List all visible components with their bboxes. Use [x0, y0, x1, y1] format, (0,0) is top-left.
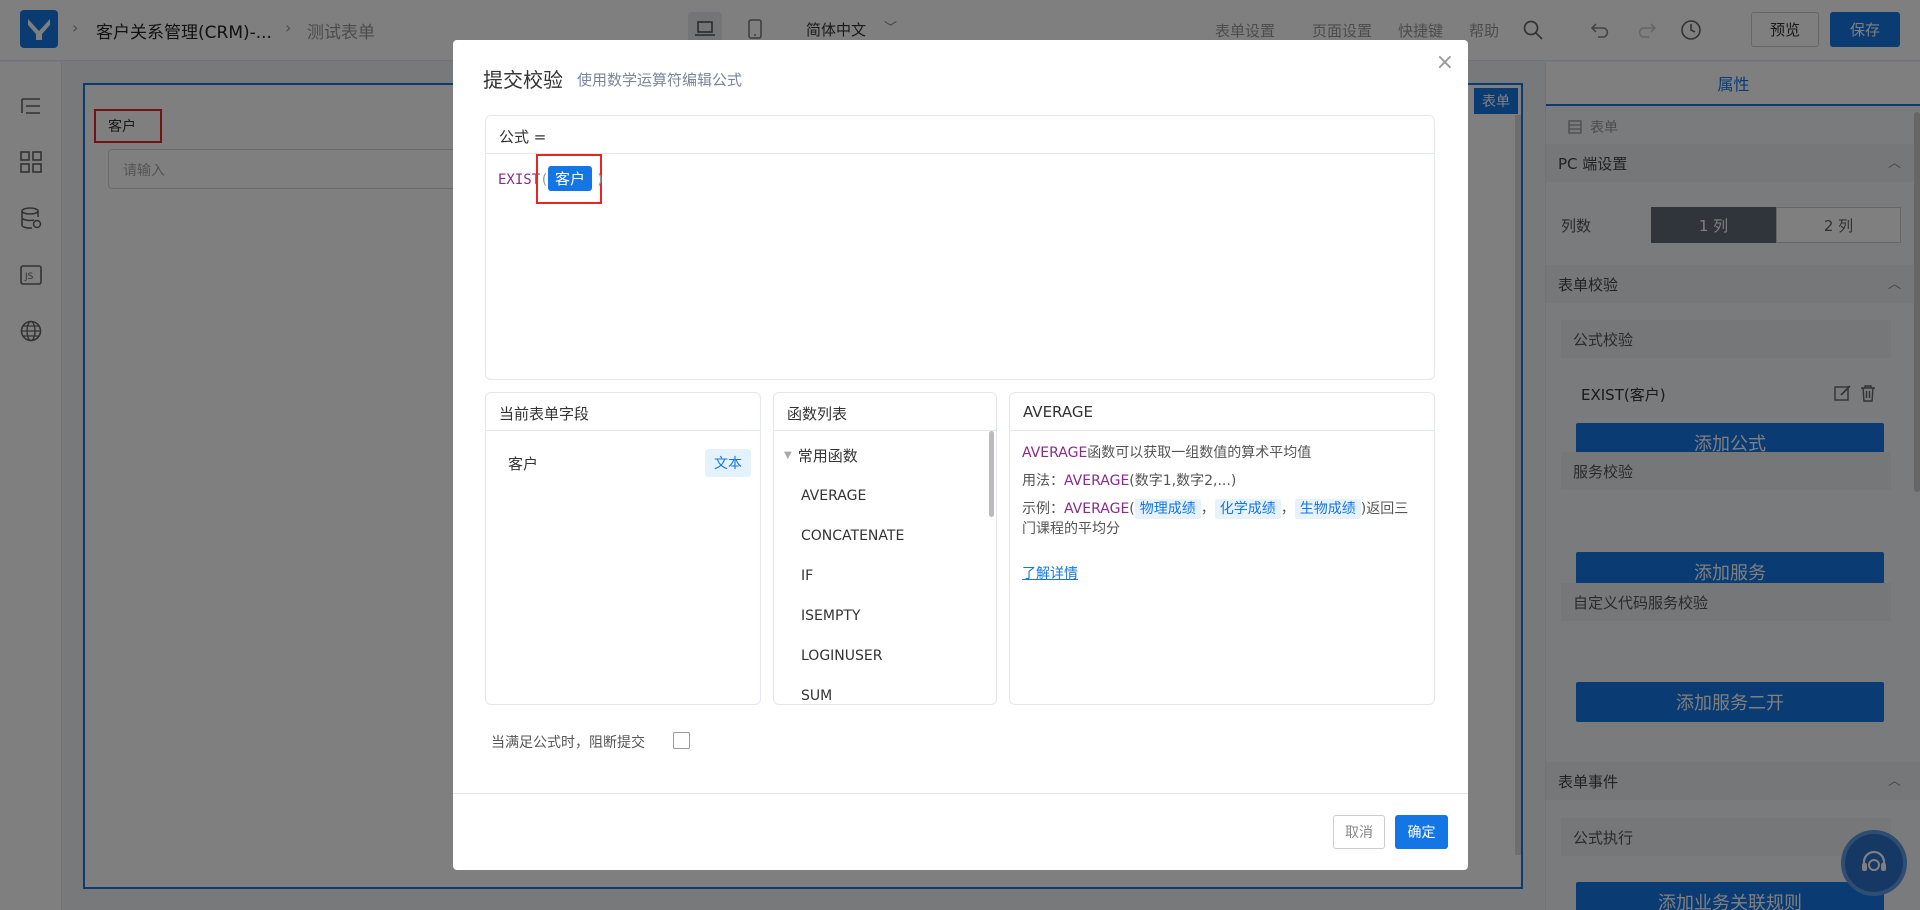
form-fields-panel: 当前表单字段 客户 文本 [485, 392, 761, 705]
example-function: AVERAGE [1064, 501, 1130, 517]
dialog-divider [453, 793, 1468, 794]
formula-editor[interactable]: 公式 = EXIST( 客户 ) [485, 115, 1435, 380]
function-item[interactable]: LOGINUSER [801, 648, 882, 664]
function-item[interactable]: IF [801, 568, 813, 584]
desc-function-name: AVERAGE [1022, 445, 1088, 461]
example-arg: 物理成绩 [1134, 499, 1201, 519]
function-item[interactable]: AVERAGE [801, 488, 866, 504]
example-prefix: 示例： [1022, 501, 1064, 517]
cancel-button[interactable]: 取消 [1333, 815, 1385, 849]
field-row-customer[interactable]: 客户 文本 [508, 449, 751, 477]
formula-input-area[interactable]: EXIST( 客户 ) [486, 154, 1434, 374]
confirm-button[interactable]: 确定 [1395, 815, 1448, 849]
function-group-label: 常用函数 [797, 447, 858, 465]
learn-more-link[interactable]: 了解详情 [1022, 563, 1078, 583]
function-list-header: 函数列表 [774, 393, 996, 431]
form-fields-header: 当前表单字段 [486, 393, 760, 431]
function-description-panel: AVERAGE AVERAGE函数可以获取一组数值的算术平均值 用法：AVERA… [1009, 392, 1435, 705]
formula-field-chip[interactable]: 客户 [548, 166, 593, 191]
field-name: 客户 [508, 454, 539, 473]
dialog-subtitle: 使用数学运算符编辑公式 [577, 71, 743, 89]
usage-args: (数字1,数字2,...) [1129, 473, 1237, 489]
block-submit-checkbox[interactable] [673, 732, 690, 749]
dialog-title: 提交校验 [483, 68, 563, 92]
function-description-header: AVERAGE [1010, 393, 1434, 431]
example-arg: 生物成绩 [1294, 499, 1361, 519]
block-submit-label: 当满足公式时，阻断提交 [491, 735, 645, 751]
caret-down-icon[interactable]: ▼ [784, 450, 792, 461]
function-list-panel: 函数列表 ▼ 常用函数 AVERAGE CONCATENATE IF ISEMP… [773, 392, 997, 705]
function-description: AVERAGE函数可以获取一组数值的算术平均值 用法：AVERAGE(数字1,数… [1022, 445, 1409, 537]
example-arg: 化学成绩 [1214, 499, 1281, 519]
submit-validation-dialog: 提交校验 使用数学运算符编辑公式 × 公式 = EXIST( 客户 ) 当前表单… [453, 40, 1468, 870]
formula-header: 公式 = [486, 116, 1434, 154]
field-type-badge: 文本 [705, 449, 751, 477]
formula-function-name: EXIST [498, 172, 541, 188]
function-item[interactable]: CONCATENATE [801, 528, 904, 544]
close-icon[interactable]: × [1436, 50, 1454, 75]
function-list-scrollbar[interactable] [989, 431, 994, 517]
close-paren: ) [596, 172, 605, 188]
function-group-common[interactable]: ▼ 常用函数 [784, 445, 858, 466]
function-item[interactable]: ISEMPTY [801, 608, 861, 624]
function-item[interactable]: SUM [801, 688, 832, 704]
desc-text: 函数可以获取一组数值的算术平均值 [1087, 445, 1312, 461]
usage-function: AVERAGE [1064, 473, 1130, 489]
usage-prefix: 用法： [1022, 473, 1064, 489]
